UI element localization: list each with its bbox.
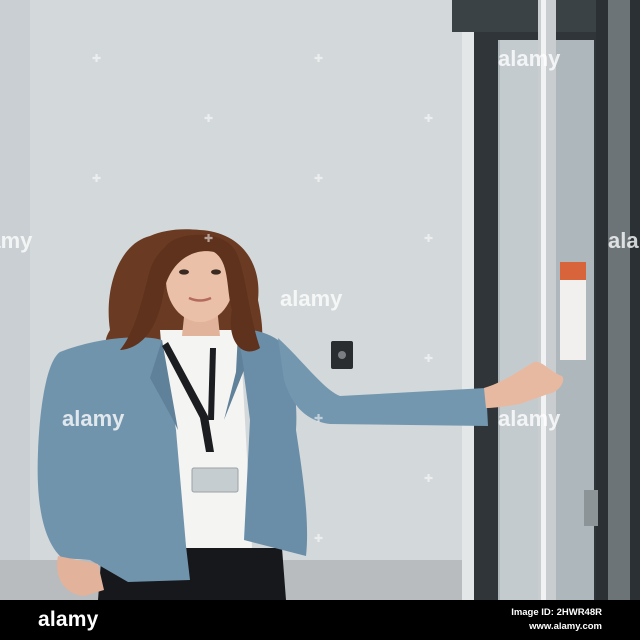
watermark-mark: ✚ [204,112,214,125]
watermark-mark: ✚ [424,112,434,125]
door-handle-highlight [541,0,546,600]
watermark-text: alamy [608,228,640,253]
eye-left [179,269,189,275]
watermark-text: alamy [0,228,33,253]
door-right-glass [608,0,630,600]
watermark-mark: ✚ [314,172,324,185]
image-id: Image ID: 2HWR48R [511,607,602,618]
door-sticker-header [560,262,586,280]
watermark-mark: ✚ [424,232,434,245]
watermark-mark: ✚ [204,232,214,245]
door-glass-reflection [500,40,540,600]
watermark-mark: ✚ [424,472,434,485]
site-url: www.alamy.com [529,621,602,632]
watermark-mark: ✚ [424,352,434,365]
watermark-mark: ✚ [314,52,324,65]
watermark-mark: ✚ [314,412,324,425]
wall-switch-button [338,351,346,359]
watermark-mark: ✚ [92,52,102,65]
watermark-text: alamy [280,286,343,311]
stock-photo: ✚ ✚ ✚ ✚ ✚ ✚ ✚ ✚ ✚ ✚ ✚ ✚ alamy alamy alam… [0,0,640,640]
watermark-text: alamy [498,46,561,71]
door-lock [584,490,598,526]
footer-bar: alamy Image ID: 2HWR48R www.alamy.com [0,600,640,640]
eye-right [211,269,221,275]
wall-shade [0,0,30,600]
watermark-text: alamy [62,406,125,431]
watermark-mark: ✚ [314,532,324,545]
door-handle-bar [538,0,556,600]
watermark-text: alamy [498,406,561,431]
alamy-logo: alamy [38,608,99,631]
watermark-mark: ✚ [92,172,102,185]
id-badge [191,467,239,493]
